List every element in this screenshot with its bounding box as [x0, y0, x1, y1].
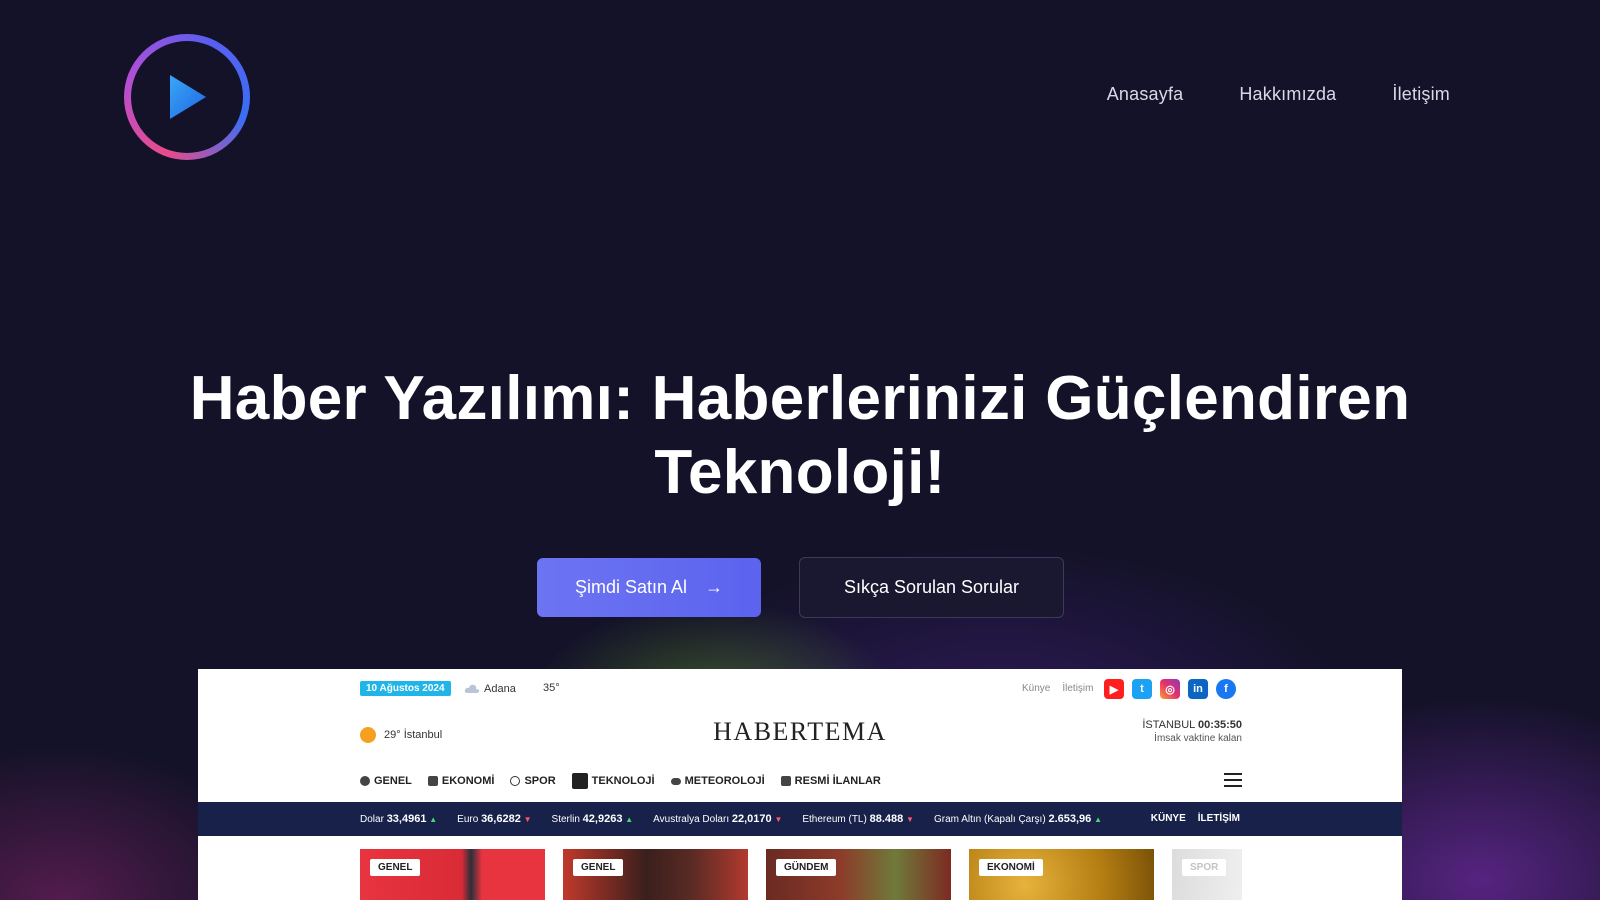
preview-menu-meteoroloji[interactable]: METEOROLOJİ: [670, 773, 765, 789]
preview-menu: GENEL EKONOMİ SPOR TEKNOLOJİ METEOROLOJİ…: [360, 773, 881, 789]
preview-menu-spor[interactable]: SPOR: [510, 773, 556, 789]
preview-menu-meteoroloji-label: METEOROLOJİ: [684, 775, 765, 787]
ticker-value: 22,0170: [731, 813, 772, 825]
ticker-label: Avustralya Doları: [653, 814, 730, 825]
news-card[interactable]: GENEL: [563, 849, 748, 900]
facebook-icon[interactable]: f: [1216, 679, 1236, 699]
ticker-value: 36,6282: [481, 813, 521, 825]
main-nav: Anasayfa Hakkımızda İletişim: [1107, 84, 1450, 105]
news-card-tag: GENEL: [573, 859, 624, 876]
faq-label: Sıkça Sorulan Sorular: [843, 577, 1020, 597]
buy-now-label: Şimdi Satın Al: [574, 577, 688, 597]
preview-clock-city: İSTANBUL: [1142, 719, 1195, 731]
nav-about[interactable]: Hakkımızda: [1239, 84, 1336, 105]
ticker-link-iletisim[interactable]: İLETİŞİM: [1198, 813, 1240, 824]
ball-icon: [510, 776, 521, 786]
hero-title-line2: Teknoloji!: [654, 438, 946, 507]
ticker-row: Dolar 33,4961 ▲ Euro 36,6282 ▼ Sterlin 4…: [360, 813, 1102, 825]
preview-menu-teknoloji[interactable]: TEKNOLOJİ: [571, 773, 655, 789]
hero-title-line1: Haber Yazılımı: Haberlerinizi Güçlendire…: [189, 364, 1411, 433]
logo-inner: [131, 41, 243, 153]
logo[interactable]: [124, 34, 250, 160]
preview-news-cards: GENEL GENEL GÜNDEM EKONOMİ SPOR: [360, 849, 1242, 900]
arrow-up-icon: ▲: [625, 815, 634, 824]
ticker-label: Ethereum (TL): [802, 814, 867, 825]
preview-clock: İSTANBUL 00:35:50 İmsak vaktine kalan: [1142, 719, 1242, 744]
hero-title: Haber Yazılımı: Haberlerinizi Güçlendire…: [0, 362, 1600, 510]
preview-menu-resmi-ilanlar[interactable]: RESMİ İLANLAR: [780, 773, 881, 789]
arrow-down-icon: ▼: [774, 815, 783, 824]
preview-social-icons: ▶ t ◎ in f: [1104, 679, 1236, 699]
youtube-icon[interactable]: ▶: [1104, 679, 1124, 699]
ticker-value: 2.653,96: [1048, 813, 1092, 825]
preview-menu-genel-label: GENEL: [374, 775, 412, 787]
twitter-icon[interactable]: t: [1132, 679, 1152, 699]
preview-menu-genel[interactable]: GENEL: [360, 773, 412, 789]
instagram-icon[interactable]: ◎: [1160, 679, 1180, 699]
news-card[interactable]: SPOR: [1172, 849, 1242, 900]
nav-home[interactable]: Anasayfa: [1107, 84, 1184, 105]
arrow-down-icon: ▼: [906, 815, 914, 824]
preview-menu-teknoloji-label: TEKNOLOJİ: [591, 775, 655, 787]
ticker-link-kunye[interactable]: KÜNYE: [1151, 813, 1186, 824]
ticker-item: Gram Altın (Kapalı Çarşı) 2.653,96 ▲: [934, 813, 1102, 825]
news-card-tag: GENEL: [370, 859, 421, 876]
ticker-item: Dolar 33,4961 ▲: [360, 813, 437, 825]
news-card[interactable]: GÜNDEM: [766, 849, 951, 900]
buy-now-button[interactable]: Şimdi Satın Al →: [537, 558, 761, 617]
preview-menu-spor-label: SPOR: [524, 775, 556, 787]
ticker-label: Sterlin: [551, 814, 580, 825]
preview-menu-resmi-ilanlar-label: RESMİ İLANLAR: [794, 775, 881, 787]
preview-top-links: Künye İletişim: [1022, 683, 1093, 694]
ticker-value: 42,9263: [582, 813, 623, 825]
preview-clock-caption: İmsak vaktine kalan: [1154, 733, 1242, 744]
cloud-small-icon: [670, 777, 681, 785]
news-card-tag: SPOR: [1182, 859, 1227, 876]
preview-link-kunye[interactable]: Künye: [1022, 683, 1050, 694]
arrow-up-icon: ▲: [429, 815, 438, 824]
news-card-tag: GÜNDEM: [776, 859, 837, 876]
play-icon: [170, 75, 206, 119]
ticker-label: Gram Altın (Kapalı Çarşı): [933, 814, 1046, 825]
ticker-links: KÜNYE İLETİŞİM: [1151, 813, 1240, 824]
linkedin-icon[interactable]: in: [1188, 679, 1208, 699]
preview-city: Adana: [464, 683, 516, 695]
news-card[interactable]: EKONOMİ: [969, 849, 1154, 900]
preview-ticker: Dolar 33,4961 ▲ Euro 36,6282 ▼ Sterlin 4…: [198, 802, 1402, 836]
chip-icon: [571, 773, 588, 789]
ticker-item: Avustralya Doları 22,0170 ▼: [653, 813, 782, 825]
cloud-icon: [464, 684, 480, 693]
ticker-value: 33,4961: [386, 813, 427, 825]
ticker-item: Sterlin 42,9263 ▲: [552, 813, 634, 825]
ticker-item: Ethereum (TL) 88.488 ▼: [802, 813, 914, 825]
arrow-up-icon: ▲: [1094, 815, 1102, 824]
preview-city-label: Adana: [484, 683, 516, 695]
arrow-down-icon: ▼: [523, 815, 532, 824]
nav-contact[interactable]: İletişim: [1392, 84, 1450, 105]
ticker-item: Euro 36,6282 ▼: [457, 813, 531, 825]
ticker-label: Dolar: [360, 814, 384, 825]
preview-topbar: 10 Ağustos 2024 Adana 35° Künye İletişim…: [198, 669, 1402, 709]
preview-menu-ekonomi-label: EKONOMİ: [441, 775, 495, 787]
news-card-tag: EKONOMİ: [979, 859, 1043, 876]
ticker-value: 88.488: [869, 813, 904, 825]
preview-clock-time: 00:35:50: [1197, 719, 1242, 731]
bank-icon: [427, 776, 438, 786]
globe-icon: [360, 776, 370, 786]
preview-menu-ekonomi[interactable]: EKONOMİ: [427, 773, 495, 789]
preview-temp: 35°: [543, 682, 560, 694]
news-card[interactable]: GENEL: [360, 849, 545, 900]
ticker-label: Euro: [457, 814, 479, 825]
preview-link-iletisim[interactable]: İletişim: [1062, 683, 1093, 694]
newspaper-icon: [780, 776, 791, 786]
product-preview: 10 Ağustos 2024 Adana 35° Künye İletişim…: [198, 669, 1402, 900]
hamburger-icon[interactable]: [1224, 773, 1242, 787]
preview-date-badge: 10 Ağustos 2024: [360, 681, 451, 696]
faq-button[interactable]: Sıkça Sorulan Sorular: [799, 557, 1064, 618]
arrow-right-icon: →: [705, 577, 724, 597]
